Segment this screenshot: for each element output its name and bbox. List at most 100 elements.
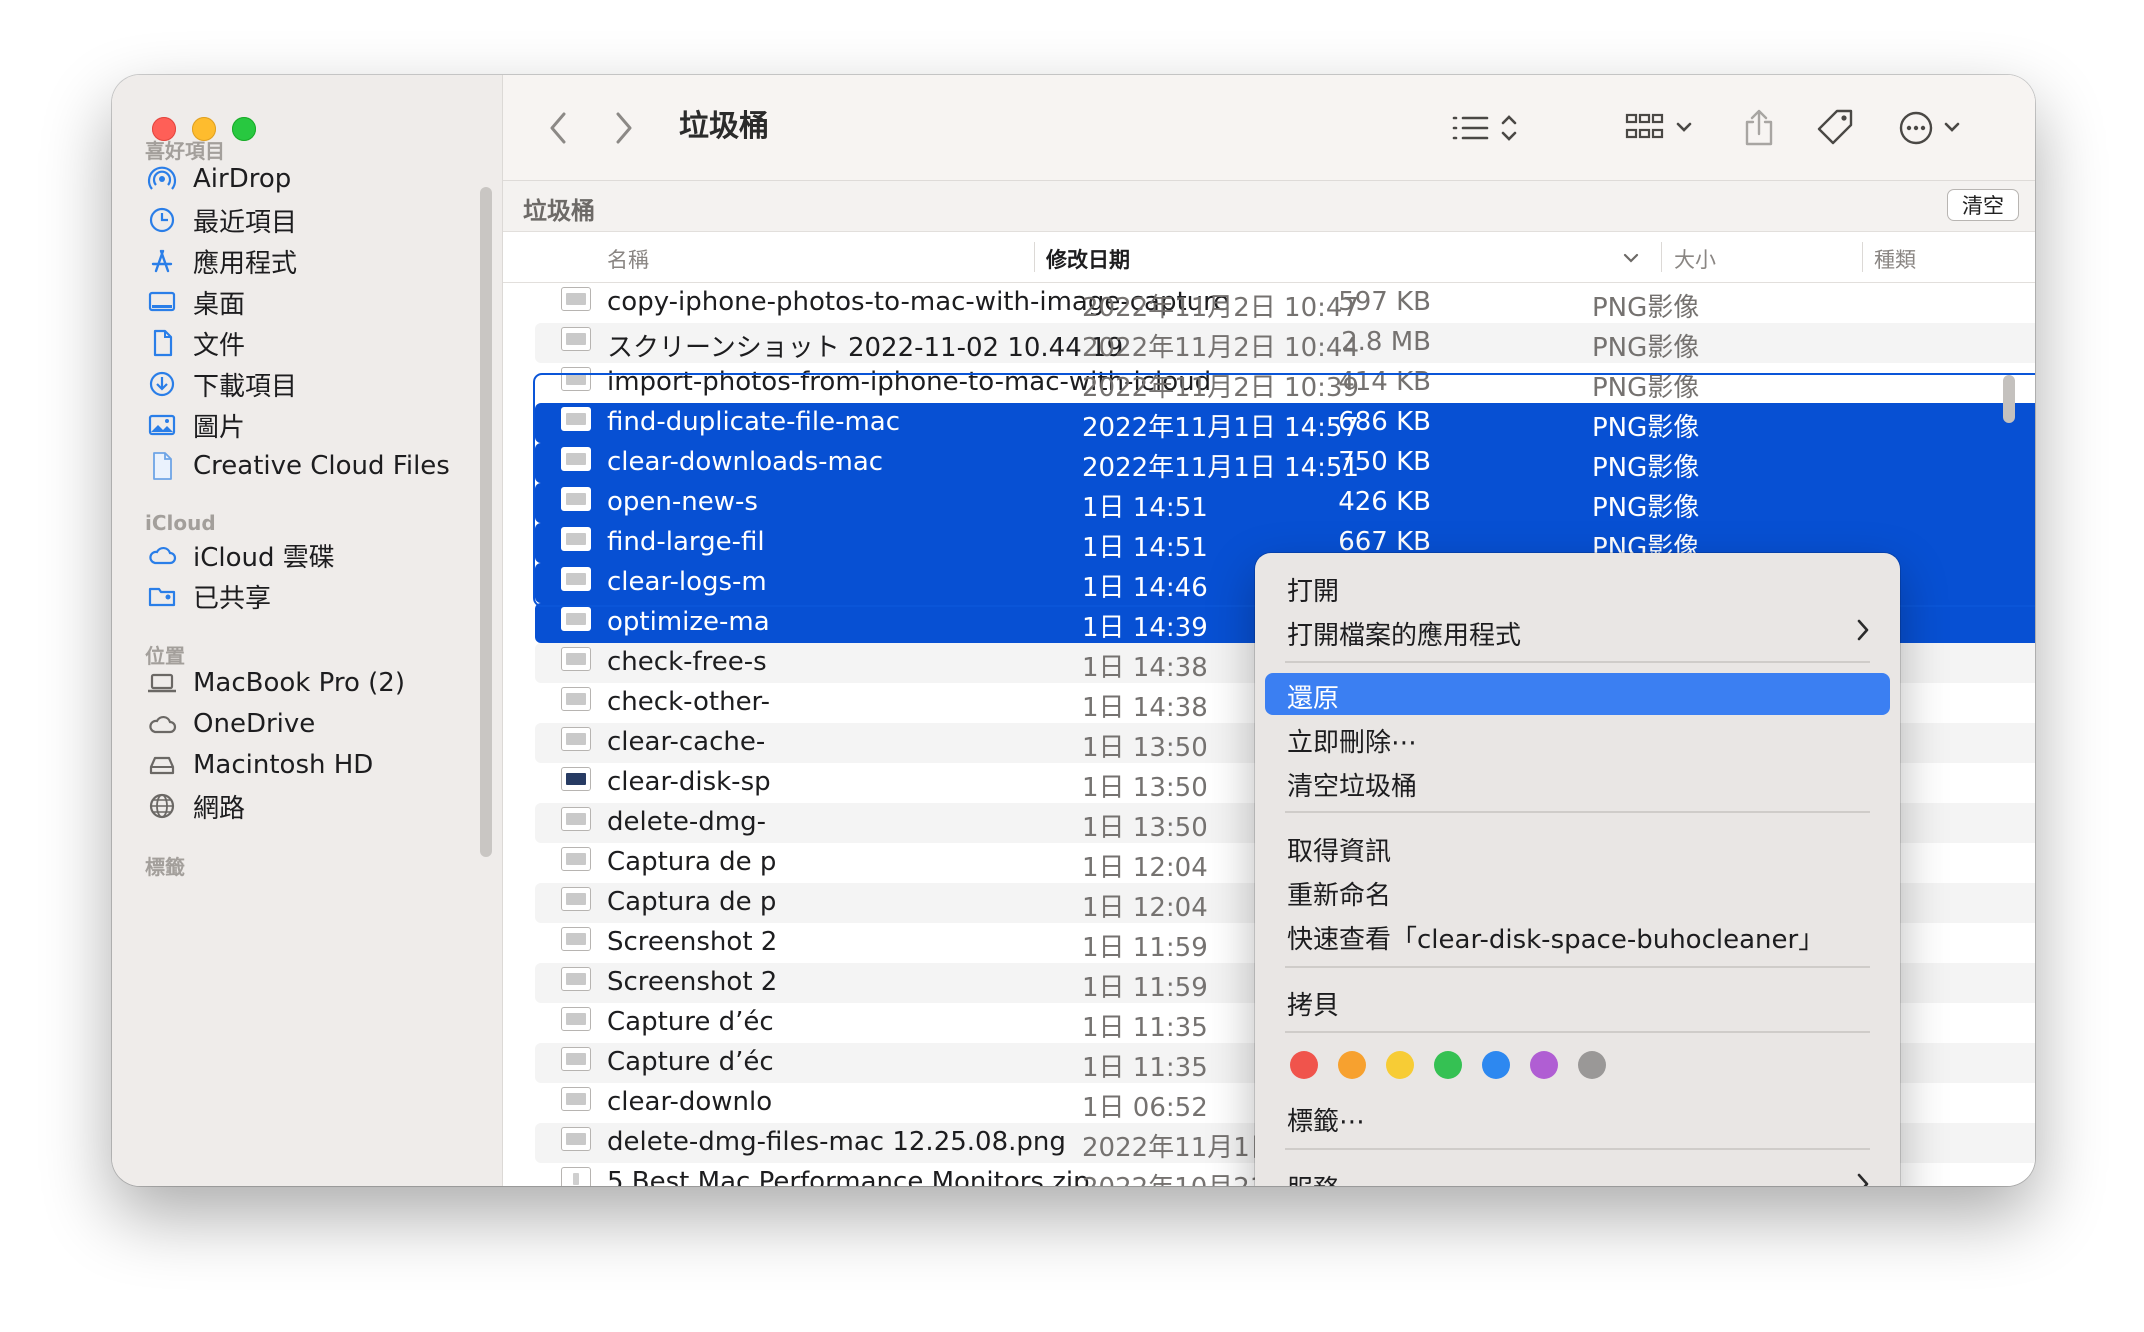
clock-icon: [145, 203, 179, 237]
menu-item-copy[interactable]: 拷貝: [1265, 980, 1890, 1022]
file-name: Captura de p: [607, 887, 777, 917]
sidebar-item-icloud-drive[interactable]: iCloud 雲碟: [145, 534, 335, 576]
sidebar-item-macintosh-hd[interactable]: Macintosh HD: [145, 744, 373, 786]
file-name: find-duplicate-file-mac: [607, 407, 901, 437]
tag-gray[interactable]: [1578, 1051, 1606, 1079]
image-file-icon: [561, 1047, 591, 1071]
empty-trash-button[interactable]: 清空: [1947, 189, 2019, 221]
file-name: スクリーンショット 2022-11-02 10.44.19: [607, 333, 1124, 363]
zoom-window-button[interactable]: [232, 117, 256, 141]
table-row[interactable]: find-duplicate-file-mac 2022年11月1日 14:57 6…: [535, 403, 2035, 443]
forward-icon[interactable]: [609, 105, 639, 151]
menu-item-quick-look[interactable]: 快速查看「clear-disk-space-buhocleaner」: [1265, 914, 1890, 956]
menu-item-delete-immediately[interactable]: 立即刪除⋯: [1265, 717, 1890, 759]
column-name[interactable]: 名稱: [607, 244, 649, 274]
image-file-icon: [561, 287, 591, 311]
sidebar-item-label: 最近項目: [193, 207, 298, 238]
menu-item-restore[interactable]: 還原: [1265, 673, 1890, 715]
sidebar-item-label: 應用程式: [193, 248, 298, 279]
file-size: 2.8 MB: [1341, 327, 1431, 357]
sidebar-item-desktop[interactable]: 桌面: [145, 281, 245, 323]
file-size: 597 KB: [1338, 287, 1431, 317]
column-date[interactable]: 修改日期: [1046, 244, 1130, 274]
sidebar-item-label: 下載項目: [193, 371, 298, 402]
file-name: open-new-s: [607, 487, 758, 517]
file-date: 1日 12:04: [1082, 853, 1208, 883]
column-kind[interactable]: 種類: [1874, 244, 1916, 274]
photo-icon: [145, 408, 179, 442]
desktop-icon: [145, 285, 179, 319]
file-name: Screenshot 2: [607, 927, 778, 957]
file-list-scrollbar[interactable]: [2003, 375, 2015, 423]
image-file-icon: [561, 367, 591, 391]
file-name: 5 Best Mac Performance Monitors.zip: [607, 1167, 1090, 1186]
file-name: clear-downlo: [607, 1087, 773, 1117]
chevron-down-icon[interactable]: [1622, 246, 1640, 270]
tag-blue[interactable]: [1482, 1051, 1510, 1079]
file-size: 750 KB: [1338, 447, 1431, 477]
image-file-icon: [561, 447, 591, 471]
column-size[interactable]: 大小: [1674, 244, 1716, 274]
menu-item-services[interactable]: 服務: [1265, 1164, 1890, 1186]
image-file-icon: [561, 607, 591, 631]
tag-red[interactable]: [1290, 1051, 1318, 1079]
sidebar-item-applications[interactable]: 應用程式: [145, 240, 297, 282]
sidebar-item-onedrive[interactable]: OneDrive: [145, 703, 315, 745]
menu-separator: [1285, 811, 1870, 813]
share-icon[interactable]: [1739, 105, 1779, 151]
sidebar-item-downloads[interactable]: 下載項目: [145, 363, 297, 405]
image-file-icon: [561, 967, 591, 991]
file-size: 414 KB: [1338, 367, 1431, 397]
sidebar-item-label: Creative Cloud Files: [193, 451, 450, 481]
table-row[interactable]: open-new-s 1日 14:51 426 KB PNG影像: [535, 483, 2035, 523]
sidebar-item-label: Macintosh HD: [193, 750, 374, 780]
menu-item-tags[interactable]: 標籤⋯: [1265, 1096, 1890, 1138]
file-date: 1日 14:38: [1082, 653, 1208, 683]
menu-item-rename[interactable]: 重新命名: [1265, 870, 1890, 912]
table-row[interactable]: import-photos-from-iphone-to-mac-with-ic…: [535, 363, 2035, 403]
column-divider[interactable]: [1034, 242, 1035, 272]
file-name: Capture d’éc: [607, 1047, 774, 1077]
file-size: 686 KB: [1338, 407, 1431, 437]
file-date: 1日 11:35: [1082, 1053, 1208, 1083]
table-row[interactable]: clear-downloads-mac 2022年11月1日 14:51 750 K…: [535, 443, 2035, 483]
sidebar-item-pictures[interactable]: 圖片: [145, 404, 245, 446]
file-name: clear-downloads-mac: [607, 447, 884, 477]
sidebar-item-macbook[interactable]: MacBook Pro (2): [145, 662, 405, 704]
list-view-icon[interactable]: [1448, 105, 1528, 151]
column-header: 名稱 修改日期 大小 種類: [503, 232, 2035, 283]
image-file-icon: [561, 887, 591, 911]
group-view-icon[interactable]: [1624, 105, 1700, 151]
sidebar-item-airdrop[interactable]: AirDrop: [145, 158, 291, 200]
table-row[interactable]: スクリーンショット 2022-11-02 10.44.19 2022年11月2日 …: [535, 323, 2035, 363]
toolbar: 垃圾桶: [503, 75, 2035, 181]
column-divider[interactable]: [1862, 242, 1863, 272]
menu-item-get-info[interactable]: 取得資訊: [1265, 826, 1890, 868]
menu-item-empty-trash[interactable]: 清空垃圾桶: [1265, 761, 1890, 803]
sidebar-item-documents[interactable]: 文件: [145, 322, 245, 364]
tag-orange[interactable]: [1338, 1051, 1366, 1079]
chevron-right-icon: [1856, 618, 1870, 649]
sidebar-scrollbar[interactable]: [480, 187, 492, 857]
sidebar-item-creative-cloud[interactable]: Creative Cloud Files: [145, 445, 450, 487]
tag-green[interactable]: [1434, 1051, 1462, 1079]
sidebar-item-network[interactable]: 網路: [145, 785, 245, 827]
tag-purple[interactable]: [1530, 1051, 1558, 1079]
menu-item-open-with[interactable]: 打開檔案的應用程式: [1265, 610, 1890, 652]
sidebar-item-shared[interactable]: 已共享: [145, 575, 271, 617]
sidebar-item-recents[interactable]: 最近項目: [145, 199, 297, 241]
column-divider[interactable]: [1661, 242, 1662, 272]
tag-yellow[interactable]: [1386, 1051, 1414, 1079]
back-icon[interactable]: [543, 105, 573, 151]
table-row[interactable]: copy-iphone-photos-to-mac-with-image-cap…: [535, 283, 2035, 323]
image-file-icon: [561, 1127, 591, 1151]
file-name: delete-dmg-: [607, 807, 767, 837]
cloud-icon: [145, 707, 179, 741]
file-date: 1日 14:39: [1082, 613, 1208, 643]
menu-item-open[interactable]: 打開: [1265, 566, 1890, 608]
sidebar-item-label: iCloud 雲碟: [193, 542, 335, 573]
file-date: 1日 14:51: [1082, 533, 1208, 563]
file-date: 1日 11:59: [1082, 933, 1208, 963]
more-icon[interactable]: [1896, 105, 1972, 151]
tag-icon[interactable]: [1814, 105, 1858, 151]
